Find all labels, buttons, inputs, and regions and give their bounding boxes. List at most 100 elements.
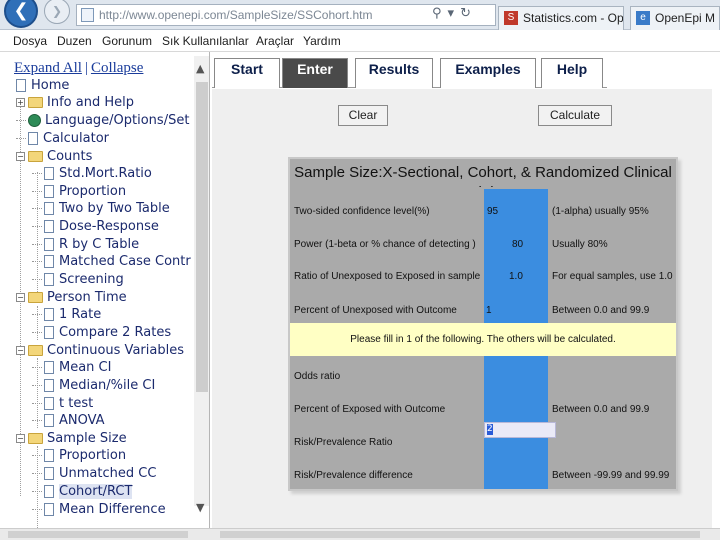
menu-favorites[interactable]: Sık Kullanılanlar — [162, 34, 249, 48]
tree-item-ss-proportion[interactable]: Proportion — [32, 447, 126, 465]
folder-icon — [28, 97, 43, 108]
tree-item-proportion[interactable]: Proportion — [32, 183, 126, 201]
tree-item-continuous-variables[interactable]: − Continuous Variables — [16, 342, 184, 360]
tree-item-screening[interactable]: Screening — [32, 271, 124, 289]
refresh-icon[interactable]: ↻ — [460, 6, 477, 21]
search-icon[interactable]: ⚲ — [432, 6, 448, 21]
row-hint: (1-alpha) usually 95% — [552, 206, 649, 217]
dropdown-icon[interactable]: ▾ — [448, 6, 461, 21]
tree-item-calculator[interactable]: Calculator — [16, 130, 109, 148]
row-label: Percent of Exposed with Outcome — [294, 404, 446, 415]
tree-item-language-options[interactable]: Language/Options/Set — [16, 112, 189, 130]
menu-file[interactable]: Dosya — [13, 34, 47, 48]
tab-start[interactable]: Start — [214, 58, 280, 88]
tab-enter[interactable]: Enter — [282, 58, 348, 88]
tree-item-mean-difference[interactable]: Mean Difference — [32, 501, 166, 519]
page-icon — [44, 467, 54, 480]
page-icon — [44, 273, 54, 286]
content-frame: Start Enter Results Examples Help Clear … — [212, 52, 720, 540]
browser-tab-statistics[interactable]: S Statistics.com - Op... — [498, 6, 624, 30]
row-hint: For equal samples, use 1.0 — [552, 271, 673, 282]
tree-connector — [16, 138, 26, 139]
page-icon — [44, 255, 54, 268]
tree-item-home[interactable]: Home — [16, 77, 69, 95]
menu-help[interactable]: Yardım — [303, 34, 341, 48]
row-hint: Between 0.0 and 99.9 — [552, 404, 650, 415]
tree-connector — [32, 208, 42, 209]
enter-panel: Clear Calculate Sample Size:X-Sectional,… — [212, 89, 712, 531]
scroll-down-icon[interactable]: ▼ — [196, 501, 204, 514]
tree-item-anova[interactable]: ANOVA — [32, 412, 105, 430]
page-icon — [81, 8, 94, 22]
clear-button[interactable]: Clear — [338, 105, 388, 126]
risk-ratio-input[interactable]: 2 — [484, 422, 556, 438]
page-icon — [44, 167, 54, 180]
expand-all-link[interactable]: Expand All — [14, 60, 82, 76]
sample-size-calculator: Sample Size:X-Sectional, Cohort, & Rando… — [288, 157, 678, 491]
page-icon — [44, 503, 54, 516]
page-icon — [44, 361, 54, 374]
tree-scrollbar[interactable]: ▲ ▼ — [194, 56, 209, 514]
menu-view[interactable]: Gorunum — [102, 34, 152, 48]
row-hint: Usually 80% — [552, 239, 608, 250]
tree-connector — [32, 332, 42, 333]
tab-help[interactable]: Help — [541, 58, 603, 88]
collapse-icon[interactable]: − — [16, 293, 25, 302]
tree-item-person-time[interactable]: − Person Time — [16, 289, 127, 307]
power-input[interactable]: 80 — [512, 239, 523, 250]
tree-item-std-mort-ratio[interactable]: Std.Mort.Ratio — [32, 165, 152, 183]
tree-connector — [32, 509, 42, 510]
back-button[interactable]: ❮ — [4, 0, 38, 28]
tree-item-unmatched-cc[interactable]: Unmatched CC — [32, 465, 156, 483]
tree-connector — [32, 314, 42, 315]
collapse-icon[interactable]: − — [16, 152, 25, 161]
confidence-input[interactable]: 95 — [486, 206, 498, 217]
menu-tools[interactable]: Araçlar — [256, 34, 294, 48]
collapse-link[interactable]: Collapse — [91, 60, 144, 76]
page-icon — [44, 238, 54, 251]
collapse-icon[interactable]: − — [16, 434, 25, 443]
tree-connector — [32, 491, 42, 492]
tree-item-cohort-rct[interactable]: Cohort/RCT — [32, 483, 133, 501]
tree-item-matched-case[interactable]: Matched Case Contr — [32, 253, 191, 271]
horizontal-scrollbar[interactable] — [0, 528, 720, 540]
page-icon — [16, 79, 26, 92]
forward-button[interactable]: ❯ — [44, 0, 70, 24]
tree-item-dose-response[interactable]: Dose-Response — [32, 218, 159, 236]
collapse-icon[interactable]: − — [16, 346, 25, 355]
menu-bar: Dosya Duzen Gorunum Sık Kullanılanlar Ar… — [0, 31, 720, 52]
tree-connector — [32, 473, 42, 474]
row-hint: Between 0.0 and 99.9 — [552, 305, 650, 316]
folder-icon — [28, 345, 43, 356]
browser-tab-openepi[interactable]: e OpenEpi M — [630, 6, 720, 30]
scroll-thumb[interactable] — [196, 82, 208, 392]
expand-icon[interactable]: + — [16, 98, 25, 107]
tree-item-info-help[interactable]: + Info and Help — [16, 94, 134, 112]
tab-title: OpenEpi M — [655, 11, 716, 25]
scroll-thumb[interactable] — [220, 531, 700, 538]
page-icon — [44, 326, 54, 339]
tree-item-r-by-c[interactable]: R by C Table — [32, 236, 139, 254]
tree-connector — [32, 403, 42, 404]
tab-results[interactable]: Results — [355, 58, 433, 88]
tree-item-mean-ci[interactable]: Mean CI — [32, 359, 111, 377]
scroll-thumb[interactable] — [8, 531, 188, 538]
menu-edit[interactable]: Duzen — [57, 34, 92, 48]
left-tree-frame: Expand All | Collapse Home + Info and Help … — [0, 52, 210, 540]
scroll-up-icon[interactable]: ▲ — [196, 62, 204, 75]
tree-item-t-test[interactable]: t test — [32, 395, 93, 413]
tree-item-compare-2-rates[interactable]: Compare 2 Rates — [32, 324, 171, 342]
unexposed-outcome-input[interactable]: 1 — [486, 305, 492, 316]
tree-item-counts[interactable]: − Counts — [16, 148, 92, 166]
folder-icon — [28, 151, 43, 162]
calculate-button[interactable]: Calculate — [538, 105, 612, 126]
tab-examples[interactable]: Examples — [440, 58, 536, 88]
row-label: Risk/Prevalence difference — [294, 470, 413, 481]
tree-connector — [32, 385, 42, 386]
tree-item-sample-size[interactable]: − Sample Size — [16, 430, 127, 448]
tree-item-two-by-two[interactable]: Two by Two Table — [32, 200, 170, 218]
tree-item-median-ci[interactable]: Median/%ile CI — [32, 377, 155, 395]
tree-item-1-rate[interactable]: 1 Rate — [32, 306, 101, 324]
ratio-input[interactable]: 1.0 — [509, 271, 523, 282]
page-icon — [44, 397, 54, 410]
